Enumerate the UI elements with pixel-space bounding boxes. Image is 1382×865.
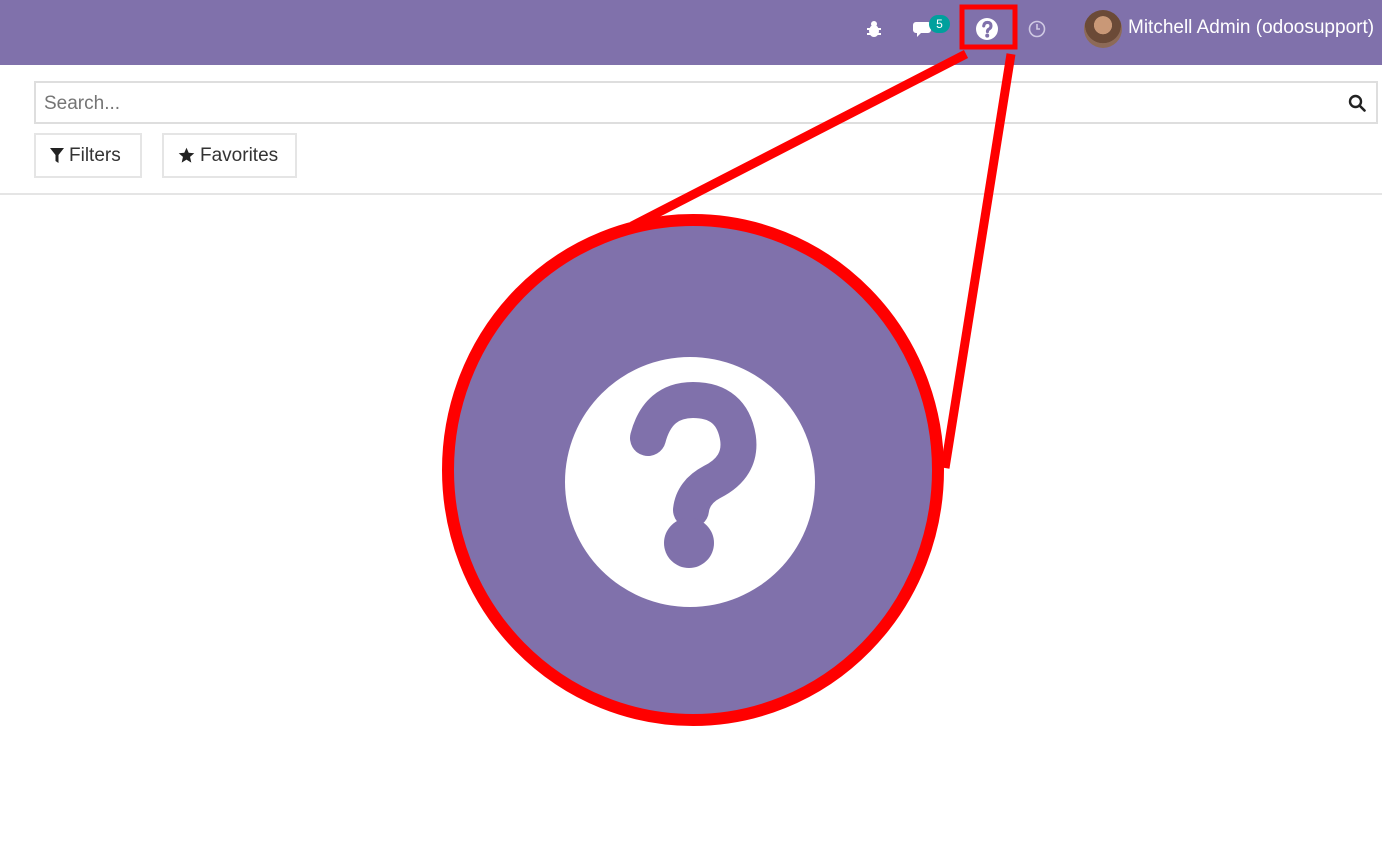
zoomed-help-icon <box>442 214 944 726</box>
help-icon-callout <box>442 4 1018 726</box>
callout-highlight-box <box>959 4 1018 50</box>
